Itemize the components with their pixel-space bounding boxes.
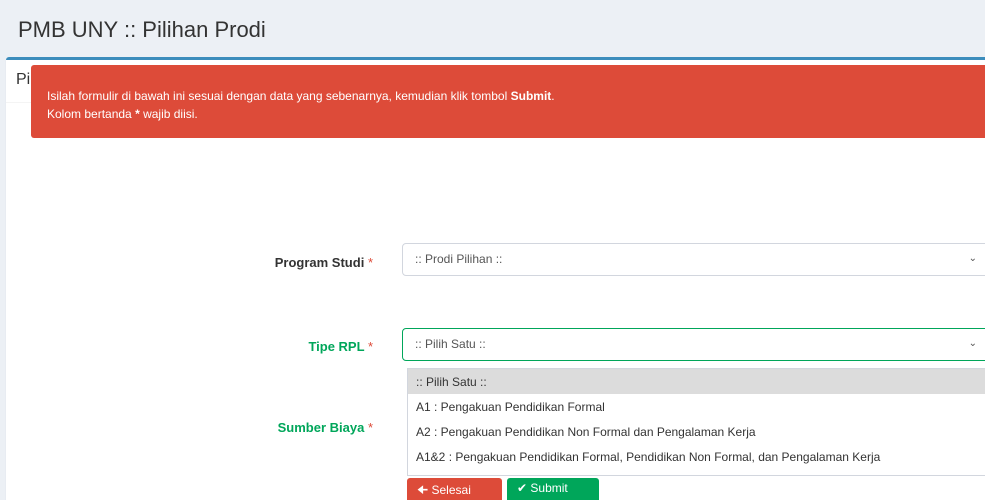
chevron-down-icon: ⌄: [968, 338, 977, 349]
sumber-biaya-label: Sumber Biaya *: [173, 420, 373, 435]
required-mark: *: [367, 420, 373, 435]
tipe-rpl-label: Tipe RPL *: [173, 339, 373, 354]
info-alert: Isilah formulir di bawah ini sesuai deng…: [31, 65, 985, 138]
dropdown-option[interactable]: A1 : Pengakuan Pendidikan Formal: [408, 394, 985, 419]
required-mark: *: [367, 339, 373, 354]
button-label: Submit: [530, 481, 568, 495]
alert-line-1: Isilah formulir di bawah ini sesuai deng…: [47, 87, 975, 105]
alert-line-2: Kolom bertanda * wajib diisi.: [47, 105, 975, 123]
alert-text: wajib diisi.: [139, 107, 198, 121]
submit-button[interactable]: ✔ Submit: [507, 478, 599, 500]
dropdown-option[interactable]: A1&2 : Pengakuan Pendidikan Formal, Pend…: [408, 444, 985, 469]
page-title: PMB UNY :: Pilihan Prodi: [18, 17, 266, 42]
arrow-left-icon: 🠈: [417, 483, 429, 497]
dropdown-option[interactable]: :: Pilih Satu ::: [408, 369, 985, 394]
alert-text: Kolom bertanda: [47, 107, 136, 121]
selesai-button[interactable]: 🠈 Selesai: [407, 478, 502, 500]
required-mark: *: [367, 255, 373, 270]
select-value: :: Prodi Pilihan ::: [415, 252, 503, 266]
dropdown-option[interactable]: A2 : Pengakuan Pendidikan Non Formal dan…: [408, 419, 985, 444]
alert-bold: Submit: [510, 89, 552, 103]
alert-text: .: [551, 89, 555, 103]
label-text: Tipe RPL: [308, 339, 365, 354]
label-text: Sumber Biaya: [277, 420, 365, 435]
button-label: Selesai: [431, 483, 471, 497]
program-studi-select[interactable]: :: Prodi Pilihan :: ⌄: [402, 243, 985, 276]
chevron-down-icon: ⌄: [968, 253, 977, 264]
tipe-rpl-dropdown: :: Pilih Satu :: A1 : Pengakuan Pendidik…: [407, 368, 985, 476]
tipe-rpl-select[interactable]: :: Pilih Satu :: ⌄: [402, 328, 985, 361]
check-icon: ✔: [517, 481, 528, 495]
select-value: :: Pilih Satu ::: [415, 337, 486, 351]
alert-text: Isilah formulir di bawah ini sesuai deng…: [47, 89, 511, 103]
label-text: Program Studi: [274, 255, 365, 270]
program-studi-label: Program Studi *: [173, 255, 373, 270]
